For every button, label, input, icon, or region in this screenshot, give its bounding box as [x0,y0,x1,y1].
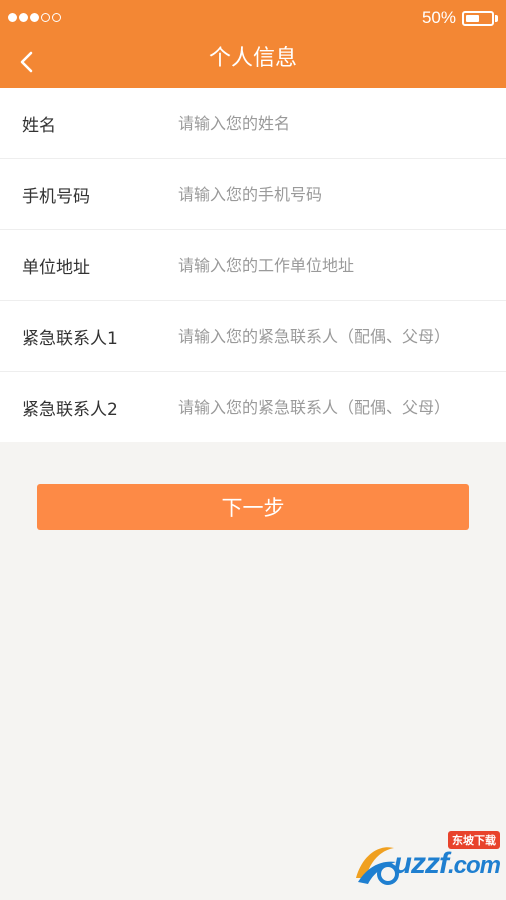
signal-dot [8,13,17,22]
nav-bar: 个人信息 [0,36,506,88]
phone-label: 手机号码 [22,186,90,207]
signal-strength-icon [8,13,61,22]
uzzf-logo-icon [355,847,399,885]
watermark-text: uzzf.com 东坡下载 [393,831,501,881]
form-row-emergency-contact-1: 紧急联系人1 [0,301,506,372]
phone-input[interactable] [156,174,506,214]
watermark-logo: uzzf.com 东坡下载 [348,831,501,890]
emergency-contact-1-input[interactable] [156,316,506,356]
watermark-brand: uzzf [393,847,449,880]
battery-percentage: 50% [421,8,456,27]
signal-dot [30,13,39,22]
watermark-tag: 东坡下载 [448,831,500,849]
battery-status: 50% [422,8,498,28]
battery-tip [495,14,498,22]
page-title: 个人信息 [208,46,297,71]
name-input[interactable] [156,103,506,143]
work-address-label: 单位地址 [22,257,90,278]
signal-dot [52,13,61,22]
work-address-input[interactable] [156,245,506,285]
personal-info-form: 姓名 手机号码 单位地址 紧急联系人1 紧急联系人2 [0,88,506,442]
next-step-button[interactable]: 下一步 [37,484,469,530]
form-row-emergency-contact-2: 紧急联系人2 [0,372,506,442]
form-row-name: 姓名 [0,88,506,159]
watermark-suffix: .com [447,852,501,879]
form-row-work-address: 单位地址 [0,230,506,301]
emergency-contact-1-label: 紧急联系人1 [22,328,118,349]
status-bar: 50% [0,0,506,36]
emergency-contact-2-input[interactable] [156,387,506,427]
app-header: 50% 个人信息 [0,0,506,88]
signal-dot [19,13,28,22]
battery-icon [462,10,494,26]
emergency-contact-2-label: 紧急联系人2 [22,399,118,420]
name-label: 姓名 [22,115,56,136]
signal-dot [41,13,50,22]
form-row-phone: 手机号码 [0,159,506,230]
battery-level [466,14,479,22]
